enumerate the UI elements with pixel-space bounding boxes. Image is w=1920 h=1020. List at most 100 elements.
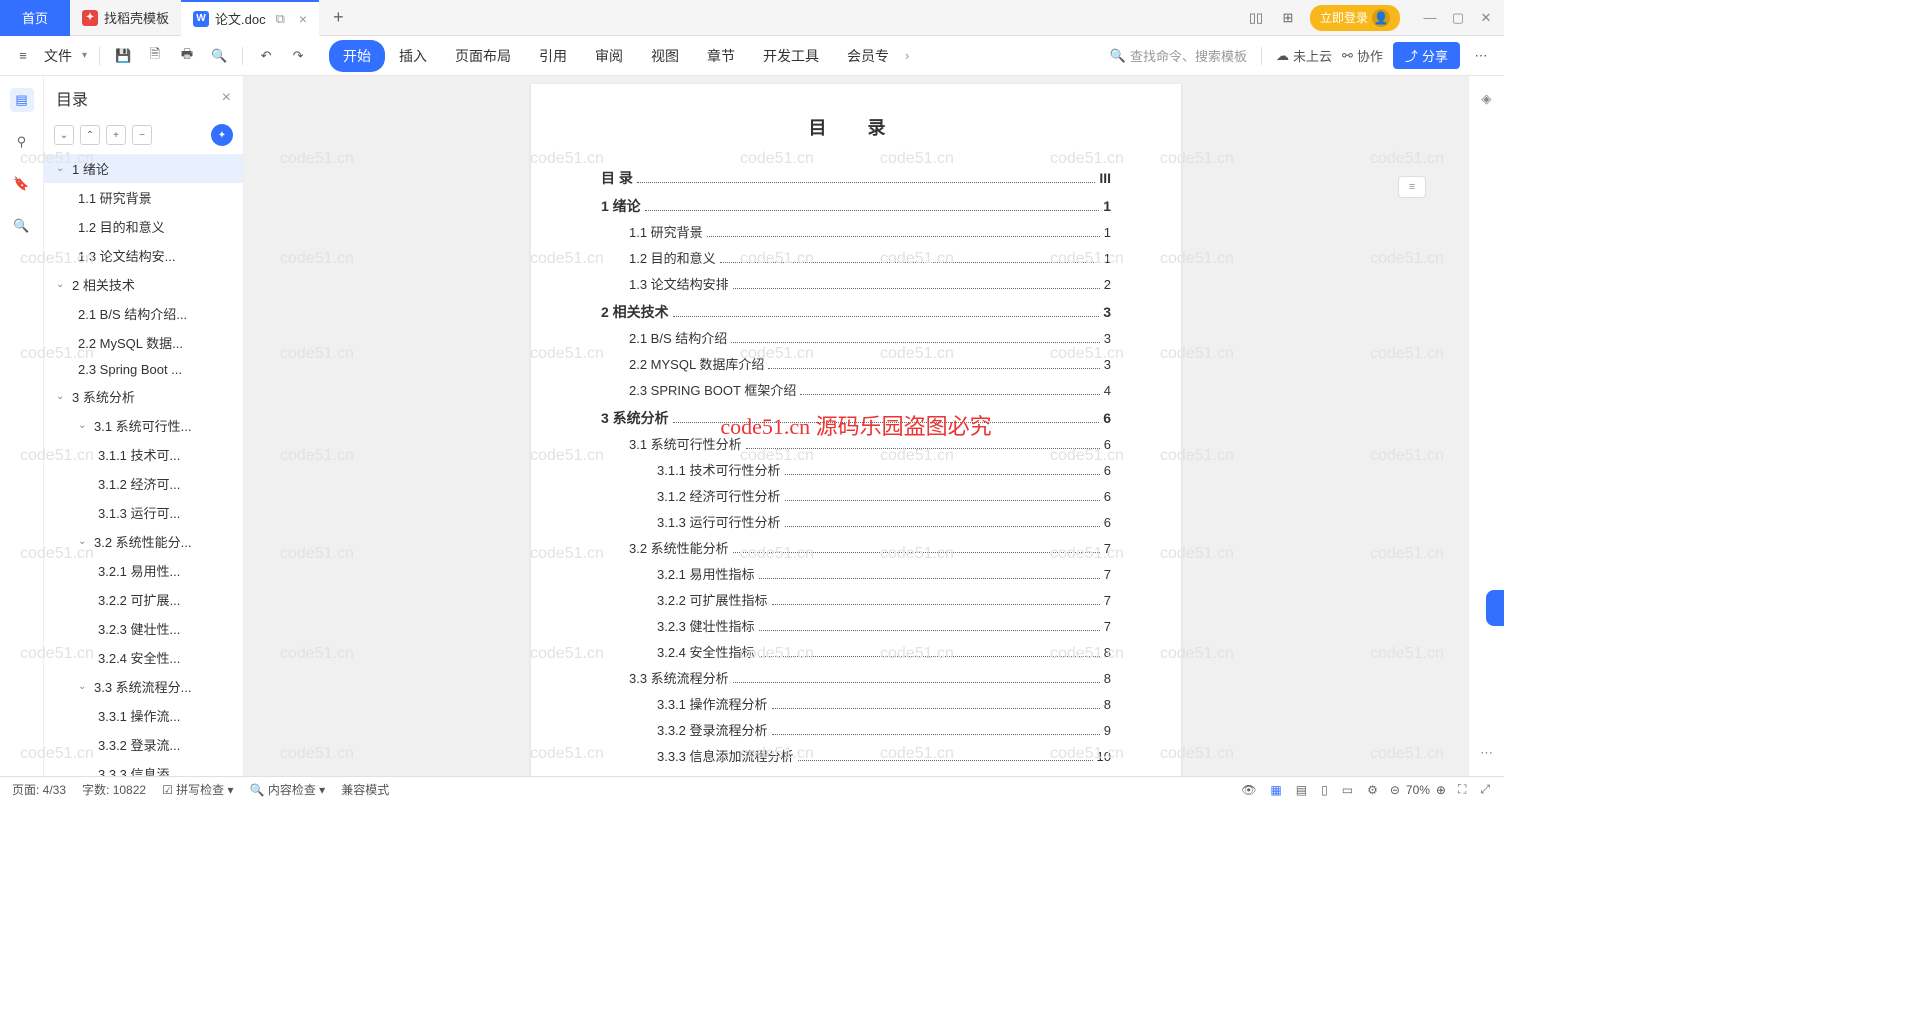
view-page-icon[interactable]: ▦ bbox=[1268, 781, 1283, 799]
outline-item[interactable]: 3.2.4 安全性... bbox=[44, 643, 243, 672]
toc-row: 3.2.3 健壮性指标7 bbox=[601, 614, 1111, 640]
menu-1[interactable]: 插入 bbox=[385, 40, 441, 72]
status-words[interactable]: 字数: 10822 bbox=[82, 781, 146, 798]
status-page[interactable]: 页面: 4/33 bbox=[12, 781, 66, 798]
view-web-icon[interactable]: ▯ bbox=[1319, 781, 1330, 799]
outline-item[interactable]: 1.3 论文结构安... bbox=[44, 241, 243, 270]
find-icon[interactable]: 🔍 bbox=[10, 214, 34, 238]
zoom-in-icon[interactable]: ⊕ bbox=[1436, 783, 1446, 797]
toc-row: 3.1.2 经济可行性分析6 bbox=[601, 484, 1111, 510]
outline-item[interactable]: 2.1 B/S 结构介绍... bbox=[44, 299, 243, 328]
status-compat: 兼容模式 bbox=[341, 781, 389, 798]
eye-icon[interactable]: 👁 bbox=[1239, 781, 1258, 799]
outline-item[interactable]: 3.2.2 可扩展... bbox=[44, 585, 243, 614]
cloud-status[interactable]: ☁未上云 bbox=[1276, 46, 1332, 65]
zoom-out-icon[interactable]: ⊝ bbox=[1390, 783, 1400, 797]
print-icon[interactable]: 🖶 bbox=[176, 45, 198, 67]
view-outline-icon[interactable]: ▤ bbox=[1294, 781, 1309, 799]
toc-row: 3.1 系统可行性分析6 bbox=[601, 432, 1111, 458]
outline-item[interactable]: 3.1.2 经济可... bbox=[44, 469, 243, 498]
ai-button[interactable]: ✦ bbox=[211, 124, 233, 146]
outline-item[interactable]: 2.2 MySQL 数据... bbox=[44, 328, 243, 357]
outline-item[interactable]: 3.3.3 信息添... bbox=[44, 759, 243, 776]
menu-icon[interactable]: ≡ bbox=[12, 45, 34, 67]
rb-down-icon[interactable]: ⋯ bbox=[1476, 742, 1498, 764]
outline-item[interactable]: 3.1.3 运行可... bbox=[44, 498, 243, 527]
search-icon: 🔍 bbox=[1110, 48, 1126, 64]
outline-item[interactable]: 3.2.1 易用性... bbox=[44, 556, 243, 585]
share-button[interactable]: ⤴分享 bbox=[1393, 42, 1460, 69]
apps-icon[interactable]: ⊞ bbox=[1278, 8, 1298, 28]
menu-8[interactable]: 会员专 bbox=[833, 40, 903, 72]
tab-home[interactable]: 首页 bbox=[0, 0, 70, 36]
status-spell[interactable]: ☑ 拼写检查 ▾ bbox=[162, 781, 233, 798]
menu-4[interactable]: 审阅 bbox=[581, 40, 637, 72]
tab-doc-label: 论文.doc bbox=[215, 9, 266, 28]
outline-item[interactable]: 3.2.3 健壮性... bbox=[44, 614, 243, 643]
menu-3[interactable]: 引用 bbox=[525, 40, 581, 72]
maximize-button[interactable]: ▢ bbox=[1448, 8, 1468, 28]
login-button[interactable]: 立即登录 👤 bbox=[1310, 5, 1400, 31]
chevron-down-icon: ▾ bbox=[82, 50, 87, 61]
collapse-all-button[interactable]: ⌄ bbox=[54, 125, 74, 145]
rb-style-icon[interactable]: ◈ bbox=[1476, 88, 1498, 110]
save-icon[interactable]: 💾 bbox=[112, 45, 134, 67]
outline-item[interactable]: 3.1.1 技术可... bbox=[44, 440, 243, 469]
outline-item[interactable]: 1.1 研究背景 bbox=[44, 183, 243, 212]
redo-icon[interactable]: ↷ bbox=[287, 45, 309, 67]
remove-heading-button[interactable]: − bbox=[132, 125, 152, 145]
pin-icon[interactable]: ⚲ bbox=[10, 130, 34, 154]
bookmark-icon[interactable]: 🔖 bbox=[10, 172, 34, 196]
toc-row: 3.3.1 操作流程分析8 bbox=[601, 692, 1111, 718]
search-input[interactable]: 🔍 查找命令、搜索模板 bbox=[1110, 46, 1247, 65]
fullscreen-icon[interactable]: ⤢ bbox=[1478, 780, 1492, 799]
toc-row: 2.1 B/S 结构介绍3 bbox=[601, 326, 1111, 352]
outline-tab-icon[interactable]: ▤ bbox=[10, 88, 34, 112]
menu-overflow-icon[interactable]: › bbox=[905, 48, 909, 63]
status-content[interactable]: 🔍 内容检查 ▾ bbox=[250, 781, 326, 798]
toc-row: 2.3 SPRING BOOT 框架介绍4 bbox=[601, 378, 1111, 404]
saveas-icon[interactable]: 🗎 bbox=[144, 45, 166, 67]
minimize-button[interactable]: — bbox=[1420, 8, 1440, 28]
undo-icon[interactable]: ↶ bbox=[255, 45, 277, 67]
preview-icon[interactable]: 🔍 bbox=[208, 45, 230, 67]
outline-close-icon[interactable]: × bbox=[222, 89, 231, 107]
layout1-icon[interactable]: ▯▯ bbox=[1246, 8, 1266, 28]
collab-button[interactable]: ⚯协作 bbox=[1342, 46, 1383, 65]
view-read-icon[interactable]: ▭ bbox=[1340, 781, 1355, 799]
outline-item[interactable]: 2.3 Spring Boot ... bbox=[44, 357, 243, 382]
more-icon[interactable]: ⋯ bbox=[1470, 45, 1492, 67]
zoom-control[interactable]: ⊝ 70% ⊕ bbox=[1390, 783, 1446, 797]
fit-icon[interactable]: ⛶ bbox=[1456, 780, 1468, 799]
expand-all-button[interactable]: ⌃ bbox=[80, 125, 100, 145]
add-heading-button[interactable]: + bbox=[106, 125, 126, 145]
menu-2[interactable]: 页面布局 bbox=[441, 40, 525, 72]
outline-item[interactable]: ⌄1 绪论 bbox=[44, 154, 243, 183]
outline-item[interactable]: ⌄3.3 系统流程分... bbox=[44, 672, 243, 701]
close-window-button[interactable]: ✕ bbox=[1476, 8, 1496, 28]
menu-6[interactable]: 章节 bbox=[693, 40, 749, 72]
outline-item[interactable]: ⌄2 相关技术 bbox=[44, 270, 243, 299]
toc-row: 3.2.4 安全性指标8 bbox=[601, 640, 1111, 666]
tab-template[interactable]: ✦ 找稻壳模板 bbox=[70, 0, 181, 36]
tab-document[interactable]: W 论文.doc ⧉ × bbox=[181, 0, 319, 36]
outline-item[interactable]: ⌄3 系统分析 bbox=[44, 382, 243, 411]
outline-item[interactable]: 3.3.2 登录流... bbox=[44, 730, 243, 759]
file-menu[interactable]: 文件 bbox=[44, 46, 72, 66]
devices-icon[interactable]: ⧉ bbox=[276, 11, 285, 27]
float-side-tab[interactable] bbox=[1486, 590, 1504, 626]
menu-0[interactable]: 开始 bbox=[329, 40, 385, 72]
close-icon[interactable]: × bbox=[299, 11, 307, 27]
menu-5[interactable]: 视图 bbox=[637, 40, 693, 72]
toc-row: 3.3.2 登录流程分析9 bbox=[601, 718, 1111, 744]
add-tab-button[interactable]: + bbox=[319, 7, 358, 28]
outline-item[interactable]: 1.2 目的和意义 bbox=[44, 212, 243, 241]
settings-icon[interactable]: ⚙ bbox=[1365, 781, 1380, 799]
float-toggle[interactable]: ≡ bbox=[1398, 176, 1426, 198]
tab-bar: 首页 ✦ 找稻壳模板 W 论文.doc ⧉ × + ▯▯ ⊞ 立即登录 👤 — … bbox=[0, 0, 1504, 36]
outline-item[interactable]: ⌄3.2 系统性能分... bbox=[44, 527, 243, 556]
document-canvas[interactable]: 目 录 目 录III1 绪论11.1 研究背景11.2 目的和意义11.3 论文… bbox=[244, 76, 1468, 776]
outline-item[interactable]: ⌄3.1 系统可行性... bbox=[44, 411, 243, 440]
menu-7[interactable]: 开发工具 bbox=[749, 40, 833, 72]
outline-item[interactable]: 3.3.1 操作流... bbox=[44, 701, 243, 730]
